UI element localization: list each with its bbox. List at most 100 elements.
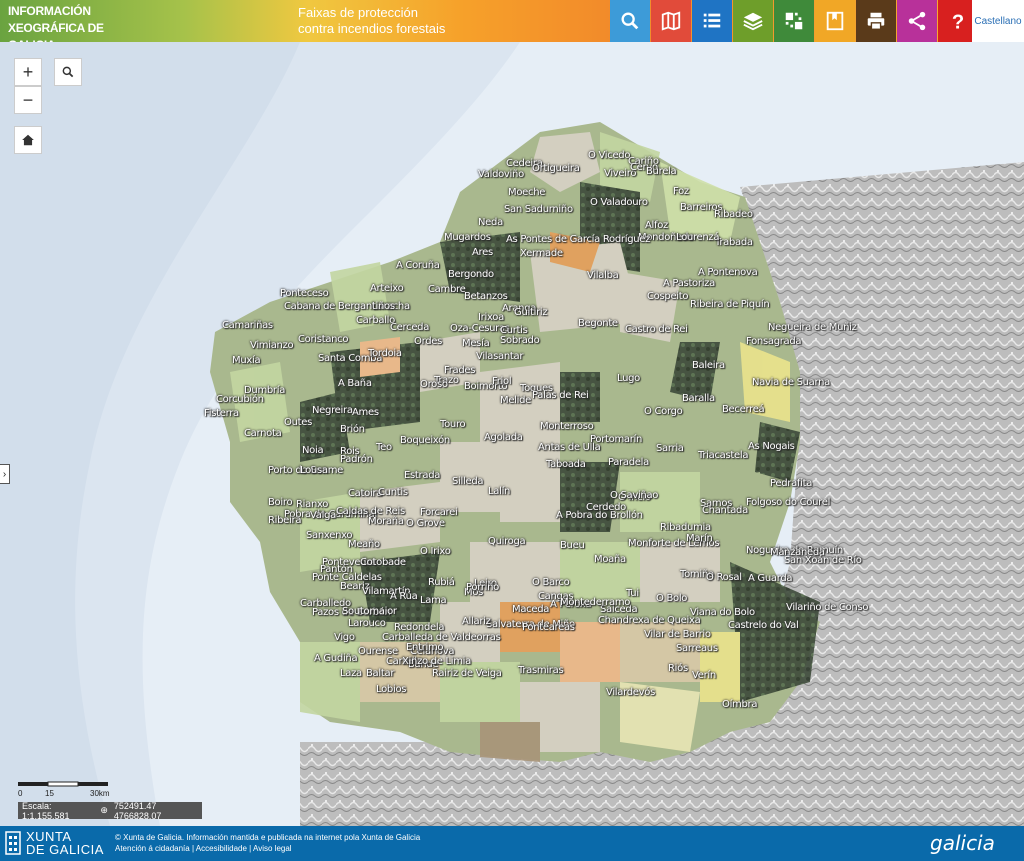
zoom-out-button[interactable]: − — [14, 86, 42, 114]
place-label: Vilasantar — [476, 351, 524, 362]
search-icon — [621, 12, 639, 30]
place-label: Lalín — [488, 486, 511, 497]
place-label: Soutomaior — [342, 606, 397, 617]
place-label: Becerreá — [722, 404, 765, 415]
copyright-text: © Xunta de Galicia. Información mantida … — [115, 833, 421, 842]
place-label: Catoira — [348, 488, 383, 499]
place-label: Moraña — [368, 516, 404, 527]
place-label: Cuntis — [378, 487, 408, 498]
place-label: Xinzo de Limia — [402, 656, 471, 667]
print-button[interactable] — [856, 0, 896, 42]
place-label: A Guarda — [748, 573, 793, 584]
place-label: Castrelo do Val — [728, 620, 799, 631]
map-catalog-button[interactable] — [651, 0, 691, 42]
zoom-in-button[interactable]: + — [14, 58, 42, 86]
place-label: Tordoia — [368, 348, 402, 359]
place-label: Negreira — [312, 405, 353, 416]
place-label: Vigo — [334, 632, 355, 643]
place-label: Cotobade — [360, 557, 406, 568]
place-label: Vilalba — [587, 270, 619, 281]
place-label: Cambre — [428, 284, 466, 295]
grid-icon — [785, 12, 803, 30]
place-label: Baleira — [692, 360, 725, 371]
layers-button[interactable] — [733, 0, 773, 42]
place-label: Pedrafita — [770, 478, 813, 489]
place-label: Fisterra — [204, 408, 239, 419]
place-label: Chantada — [702, 505, 748, 516]
scale-tick-1: 15 — [45, 789, 54, 798]
search-icon — [62, 66, 74, 78]
place-label: Lourenzá — [676, 232, 720, 243]
place-label: O Vicedo — [588, 150, 631, 161]
scale-label: Escala: 1:1.155.581 — [22, 800, 70, 821]
home-button[interactable] — [14, 126, 42, 154]
place-label: Ponteceso — [280, 288, 329, 299]
place-label: Moeche — [508, 187, 546, 198]
place-label: Coristanco — [298, 334, 349, 345]
language-switch[interactable]: Castellano — [972, 0, 1024, 42]
place-label: Ordes — [414, 336, 443, 347]
place-label: Carnota — [244, 428, 282, 439]
bookmark-icon — [826, 11, 844, 31]
map-canvas[interactable]: O Vicedo Cedeira Ortigueira Cariño Valdoviño… — [0, 42, 1024, 826]
place-label: Boqueixón — [400, 435, 450, 446]
brand-logo[interactable]: INFORMACIÓN XEOGRÁFICA DE GALICIA — [0, 0, 150, 52]
place-label: Irixoa — [478, 312, 504, 323]
place-label: Xermade — [520, 248, 563, 259]
side-panel-toggle[interactable]: › — [0, 464, 10, 484]
zoom-box-button[interactable] — [54, 58, 82, 86]
place-label: Quiroga — [488, 536, 526, 547]
place-label: Ponteareas — [522, 622, 575, 633]
place-label: Foz — [673, 186, 689, 197]
place-label: Cospeito — [647, 291, 689, 302]
place-label: O Corgo — [644, 406, 683, 417]
place-label: Viana do Bolo — [690, 607, 755, 618]
galicia-logo[interactable]: galicia — [930, 831, 995, 855]
place-label: Laza — [340, 668, 362, 679]
place-label: O Bolo — [656, 593, 688, 604]
scale-bar — [18, 781, 108, 787]
chevron-right-icon: › — [2, 468, 7, 480]
place-label: Baltar — [366, 668, 395, 679]
place-label: Navia de Suarna — [752, 377, 831, 388]
list-icon — [703, 13, 721, 28]
place-label: Brión — [340, 424, 365, 435]
place-label: Larouco — [348, 618, 386, 629]
footer-links[interactable]: Atención á cidadanía | Accesibilidade | … — [115, 843, 420, 854]
place-label: Maceda — [512, 604, 550, 615]
place-label: Lobios — [376, 684, 407, 695]
layer-title-line1: Faixas de protección — [298, 5, 418, 20]
place-label: Ribadumia — [660, 522, 711, 533]
place-label: Betanzos — [464, 291, 508, 302]
legend-button[interactable] — [692, 0, 732, 42]
place-label: Alfoz — [645, 220, 669, 231]
place-label: Sanxenxo — [306, 530, 353, 541]
place-label: Porriño — [466, 582, 499, 593]
place-label: As Nogais — [748, 441, 795, 452]
place-label: Lama — [420, 595, 447, 606]
share-button[interactable] — [897, 0, 937, 42]
book-map-icon — [661, 11, 681, 31]
scale-tick-2: 30km — [90, 789, 110, 798]
place-label: A Rúa — [390, 591, 418, 602]
place-label: Friol — [492, 376, 512, 387]
layer-title: Faixas de protección contra incendios fo… — [298, 5, 445, 37]
place-label: Corcubión — [216, 394, 264, 405]
place-label: Entrimo — [406, 642, 444, 653]
grid-button[interactable] — [774, 0, 814, 42]
share-icon — [908, 11, 926, 31]
place-label: Sobrado — [500, 335, 540, 346]
search-button[interactable] — [610, 0, 650, 42]
place-label: O Barco — [532, 577, 570, 588]
bookmarks-button[interactable] — [815, 0, 855, 42]
place-label: A Pastoriza — [663, 278, 715, 289]
place-label: Baralla — [682, 393, 715, 404]
xunta-logo[interactable]: XUNTA DE GALICIA — [26, 830, 104, 856]
place-label: Valdoviño — [478, 169, 524, 180]
footer-text: © Xunta de Galicia. Información mantida … — [115, 832, 420, 854]
brand-line1: INFORMACIÓN — [8, 4, 91, 18]
place-label: San Xoán de Río — [784, 555, 862, 566]
place-label: Touro — [440, 419, 466, 430]
place-label: Meaño — [348, 539, 380, 550]
place-label: Marín — [686, 533, 713, 544]
